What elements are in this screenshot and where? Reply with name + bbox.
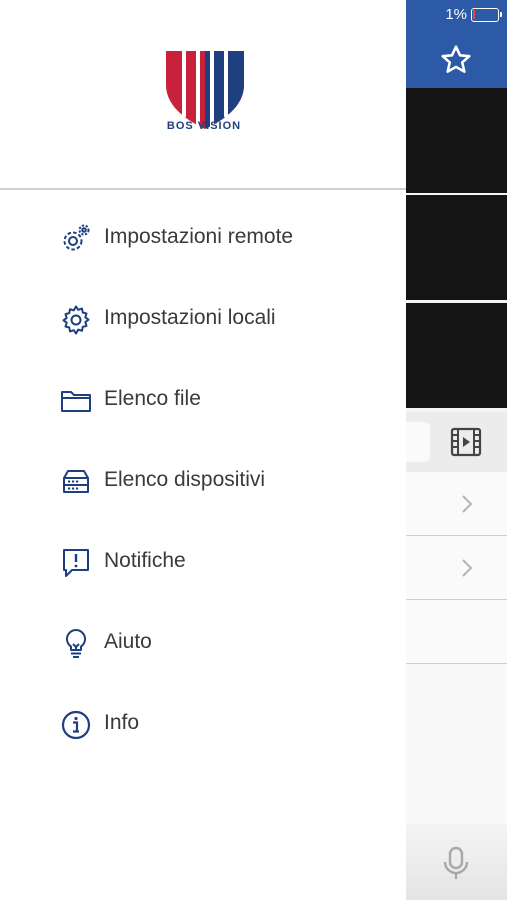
battery-percent: 1%	[445, 6, 467, 23]
menu-item-help[interactable]: Aiuto	[0, 603, 406, 684]
empty-area	[406, 664, 507, 824]
remote-settings-icon	[63, 224, 90, 251]
notification-icon	[63, 549, 89, 577]
side-drawer: BOS VISION Impostazioni remote Impostazi…	[0, 0, 406, 900]
menu-item-label: Elenco dispositivi	[104, 468, 266, 491]
menu-item-notifications[interactable]: Notifiche	[0, 522, 406, 603]
app-header: 1%	[406, 0, 507, 88]
menu-item-label: Notifiche	[104, 549, 186, 572]
video-cell[interactable]	[406, 195, 507, 300]
microphone-icon[interactable]	[442, 846, 470, 882]
favorite-button[interactable]	[436, 40, 476, 80]
menu-item-label: Impostazioni locali	[104, 306, 276, 329]
star-icon	[441, 45, 471, 73]
menu-item-info[interactable]: Info	[0, 684, 406, 765]
menu-item-label: Info	[104, 711, 140, 734]
chevron-right-icon	[462, 495, 473, 513]
menu-item-remote-settings[interactable]: Impostazioni remote	[0, 198, 406, 279]
list-row[interactable]	[406, 536, 507, 600]
battery-icon	[471, 7, 502, 22]
toolbar-field[interactable]	[406, 422, 430, 462]
brand-name: BOS VISION	[166, 120, 242, 132]
folder-icon	[61, 391, 91, 412]
drawer-menu: Impostazioni remote Impostazioni locali …	[0, 198, 406, 765]
toolbar	[406, 412, 507, 472]
info-icon	[61, 710, 91, 740]
menu-item-local-settings[interactable]: Impostazioni locali	[0, 279, 406, 360]
bottom-bar	[406, 824, 507, 900]
battery-status: 1%	[445, 6, 502, 23]
chevron-right-icon	[462, 559, 473, 577]
menu-item-device-list[interactable]: Elenco dispositivi	[0, 441, 406, 522]
list-row[interactable]	[406, 472, 507, 536]
playback-icon[interactable]	[450, 426, 482, 458]
list-row[interactable]	[406, 600, 507, 664]
menu-item-label: Elenco file	[104, 387, 201, 410]
video-cell[interactable]	[406, 88, 507, 193]
menu-item-file-list[interactable]: Elenco file	[0, 360, 406, 441]
menu-item-label: Aiuto	[104, 630, 152, 653]
menu-item-label: Impostazioni remote	[104, 225, 294, 248]
video-cell[interactable]	[406, 303, 507, 408]
device-list-icon	[63, 470, 89, 493]
drawer-header: BOS VISION	[0, 0, 406, 190]
lightbulb-icon	[65, 628, 87, 658]
gear-icon	[62, 305, 90, 335]
background-app: 1%	[406, 0, 507, 900]
